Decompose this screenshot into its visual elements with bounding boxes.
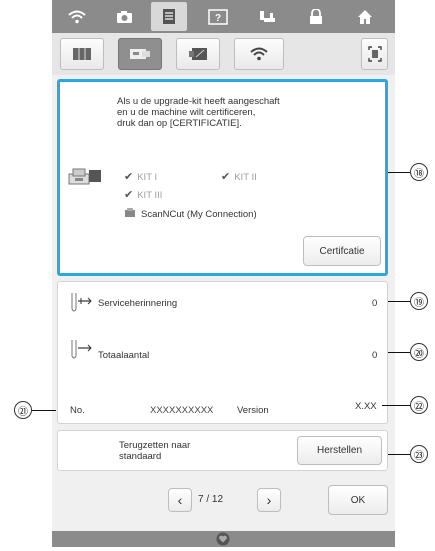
kit-1-item: ✔ KIT I xyxy=(124,171,158,183)
wifi-status-icon[interactable] xyxy=(59,2,95,31)
bottom-bar xyxy=(52,531,395,547)
callout-23: ㉓ xyxy=(410,445,428,463)
callout-leader xyxy=(388,454,410,455)
reset-button[interactable]: Herstellen xyxy=(297,436,382,465)
kit-3-item: ✔ KIT III xyxy=(124,189,163,201)
lock-icon[interactable] xyxy=(298,2,334,31)
tab-machine-settings[interactable] xyxy=(118,38,162,70)
serial-no-value: XXXXXXXXXX xyxy=(150,405,214,416)
ok-button[interactable]: OK xyxy=(328,485,388,515)
page-indicator: 7 / 12 xyxy=(198,494,224,505)
home-icon[interactable] xyxy=(347,2,383,31)
version-value: X.XX xyxy=(355,401,377,412)
service-reminder-value: 0 xyxy=(372,298,378,309)
next-page-button[interactable]: › xyxy=(257,488,281,512)
chevron-right-icon: › xyxy=(266,492,272,508)
screen-capture-button[interactable] xyxy=(361,38,388,70)
settings-screen: ? Als u de upgrade-kit heeft aangeschaft… xyxy=(52,0,395,547)
check-icon: ✔ xyxy=(221,171,231,183)
check-icon: ✔ xyxy=(124,189,134,201)
machine-info-panel: Serviceherinnering 0 Totaalaantal 0 No. … xyxy=(57,281,388,424)
serial-no-label: No. xyxy=(70,405,85,416)
tool-icon[interactable] xyxy=(250,2,286,31)
service-needle-icon xyxy=(69,291,93,320)
callout-19: ⑲ xyxy=(410,292,428,310)
tab-wlan[interactable] xyxy=(234,38,284,70)
machine-upgrade-icon xyxy=(67,166,103,193)
certification-panel: Als u de upgrade-kit heeft aangeschaft e… xyxy=(57,79,388,276)
kit-2-item: ✔ KIT II xyxy=(221,171,257,183)
callout-leader xyxy=(388,352,410,353)
certification-button[interactable]: Certifcatie xyxy=(303,236,381,266)
prev-page-button[interactable]: ‹ xyxy=(168,488,192,512)
top-category-bar: ? xyxy=(52,0,395,33)
callout-leader xyxy=(32,410,56,411)
camera-icon[interactable] xyxy=(106,2,142,31)
svg-text:?: ? xyxy=(215,13,221,24)
callout-leader xyxy=(388,172,410,173)
settings-tab-bar xyxy=(52,33,395,75)
callout-leader xyxy=(388,301,410,302)
reset-label: Terugzetten naar standaard xyxy=(119,440,191,462)
version-label: Version xyxy=(237,405,269,416)
check-icon: ✔ xyxy=(124,171,134,183)
certification-message: Als u de upgrade-kit heeft aangeschaft e… xyxy=(117,96,280,129)
callout-18: ⑱ xyxy=(410,163,428,181)
service-reminder-label: Serviceherinnering xyxy=(98,298,178,309)
chevron-left-icon: ‹ xyxy=(177,492,183,508)
total-count-value: 0 xyxy=(372,350,378,361)
heart-icon xyxy=(216,532,230,551)
scanncut-item: ScanNCut (My Connection) xyxy=(124,208,257,221)
tab-sewing-settings[interactable] xyxy=(60,38,104,70)
callout-21: ㉑ xyxy=(14,401,32,419)
document-icon[interactable] xyxy=(151,2,187,31)
reset-panel: Terugzetten naar standaard Herstellen xyxy=(57,430,388,471)
callout-22: ㉒ xyxy=(410,396,428,414)
scanncut-icon xyxy=(124,208,136,221)
total-count-label: Totaalaantal xyxy=(98,350,150,361)
total-needle-icon xyxy=(69,338,93,367)
callout-leader xyxy=(382,405,410,406)
help-screen-icon[interactable]: ? xyxy=(200,2,236,31)
tab-embroidery-settings[interactable] xyxy=(176,38,220,70)
callout-20: ⑳ xyxy=(410,343,428,361)
